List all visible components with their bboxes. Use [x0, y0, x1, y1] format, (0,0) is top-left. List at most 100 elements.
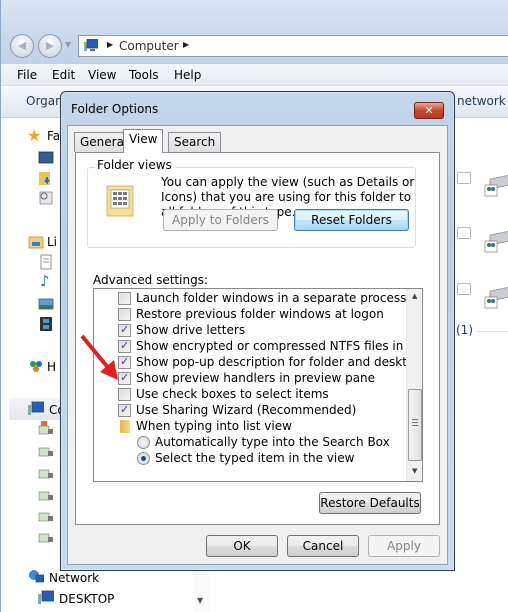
- restore-defaults-button[interactable]: Restore Defaults: [319, 492, 421, 514]
- nav-desktop[interactable]: DESKTOP: [59, 592, 114, 606]
- close-icon: ✕: [424, 104, 434, 117]
- setting-popup-description[interactable]: Show pop-up description for folder and d…: [94, 355, 422, 371]
- map-network-drive-button[interactable]: network c: [457, 94, 508, 108]
- network-drive-icon: [38, 512, 53, 522]
- setting-use-check-boxes[interactable]: Use check boxes to select items: [94, 387, 404, 403]
- network-drive-icon: [38, 533, 53, 543]
- setting-label: Show pop-up description for folder and d…: [136, 355, 422, 369]
- menu-bar: File Edit View Tools Help: [1, 64, 508, 86]
- back-arrow-icon: ◀: [17, 39, 27, 52]
- ok-button[interactable]: OK: [206, 535, 278, 557]
- recent-pages-dropdown-icon[interactable]: ▼: [65, 40, 71, 49]
- explorer-titlebar: ◀ ▶ ▼ ▶ Computer ▶: [1, 0, 508, 64]
- close-button[interactable]: ✕: [414, 102, 444, 119]
- scroll-thumb[interactable]: [408, 389, 422, 461]
- setting-launch-separate-process[interactable]: Launch folder windows in a separate proc…: [94, 291, 407, 307]
- item-checkbox[interactable]: [457, 283, 471, 295]
- system-drive-icon: [38, 421, 53, 435]
- favorites-star-icon: ★: [27, 126, 42, 145]
- back-button[interactable]: ◀: [10, 34, 34, 58]
- radio[interactable]: [137, 452, 150, 465]
- address-bar[interactable]: ▶ Computer ▶: [78, 35, 508, 57]
- setting-label: Select the typed item in the view: [155, 451, 355, 465]
- checkbox[interactable]: [118, 292, 131, 305]
- nav-network[interactable]: Network: [49, 571, 99, 585]
- homegroup-icon: [30, 361, 42, 372]
- setting-group-typing: When typing into list view: [94, 419, 404, 435]
- item-checkbox[interactable]: [457, 172, 471, 184]
- nav-libraries[interactable]: Li: [47, 235, 57, 249]
- item-checkbox[interactable]: [457, 227, 471, 239]
- setting-label: Show preview handlers in preview pane: [136, 371, 376, 385]
- folder-views-label: Folder views: [95, 158, 174, 172]
- setting-ntfs-color[interactable]: Show encrypted or compressed NTFS files …: [94, 339, 422, 355]
- documents-icon: [40, 254, 52, 270]
- setting-label: When typing into list view: [136, 419, 292, 433]
- computer-icon: [84, 39, 98, 51]
- radio[interactable]: [137, 436, 150, 449]
- tab-view[interactable]: View: [123, 129, 164, 153]
- nav-favorites[interactable]: Fa: [47, 129, 60, 143]
- scroll-down-icon[interactable]: ▼: [197, 596, 203, 605]
- forward-arrow-icon: ▶: [45, 39, 55, 52]
- advanced-settings-scrollbar[interactable]: ▲ ▼: [406, 289, 422, 481]
- organize-button[interactable]: Organ: [26, 94, 63, 108]
- setting-label: Show encrypted or compressed NTFS files …: [136, 339, 423, 353]
- scroll-down-icon[interactable]: ▼: [412, 467, 417, 475]
- advanced-settings-label: Advanced settings:: [93, 273, 208, 287]
- recent-places-icon: [39, 191, 53, 205]
- annotation-arrow-icon: [80, 334, 118, 380]
- setting-show-drive-letters[interactable]: Show drive letters: [94, 323, 404, 339]
- setting-label: Automatically type into the Search Box: [155, 435, 390, 449]
- network-drive-icon[interactable]: [484, 229, 508, 253]
- network-icon: [29, 570, 44, 583]
- setting-sharing-wizard[interactable]: Use Sharing Wizard (Recommended): [94, 403, 404, 419]
- network-drive-icon: [38, 491, 53, 501]
- checkbox[interactable]: [118, 308, 131, 321]
- setting-auto-type-search[interactable]: Automatically type into the Search Box: [94, 435, 404, 451]
- desktop-computer-icon: [38, 590, 54, 604]
- folder-options-dialog: Folder Options ✕ General View Search Fol…: [60, 91, 455, 571]
- forward-button[interactable]: ▶: [38, 34, 62, 58]
- checkbox[interactable]: [118, 403, 131, 417]
- videos-icon: [40, 317, 52, 331]
- checkbox[interactable]: [118, 388, 131, 401]
- breadcrumb-chevron-icon[interactable]: ▶: [183, 40, 189, 49]
- setting-select-typed-item[interactable]: Select the typed item in the view: [94, 451, 404, 467]
- menu-help[interactable]: Help: [174, 68, 201, 82]
- pictures-icon: [38, 298, 54, 310]
- reset-folders-button[interactable]: Reset Folders: [294, 209, 409, 231]
- setting-label: Use Sharing Wizard (Recommended): [136, 403, 357, 417]
- network-drive-icon[interactable]: [484, 285, 508, 309]
- menu-file[interactable]: File: [17, 68, 37, 82]
- apply-to-folders-button[interactable]: Apply to Folders: [163, 209, 278, 231]
- menu-edit[interactable]: Edit: [52, 68, 75, 82]
- breadcrumb-computer[interactable]: Computer: [119, 39, 179, 53]
- setting-preview-handlers[interactable]: Show preview handlers in preview pane: [94, 371, 404, 387]
- libraries-icon: [28, 236, 44, 249]
- setting-label: Use check boxes to select items: [136, 387, 329, 401]
- apply-button[interactable]: Apply: [368, 535, 440, 557]
- menu-view[interactable]: View: [88, 68, 116, 82]
- desktop-icon: [38, 151, 54, 164]
- grip-icon: [412, 419, 418, 426]
- setting-label: Show drive letters: [136, 323, 246, 337]
- network-drive-icon[interactable]: [484, 173, 508, 197]
- setting-restore-windows[interactable]: Restore previous folder windows at logon: [94, 307, 404, 323]
- breadcrumb-separator-icon: ▶: [107, 40, 114, 49]
- menu-tools[interactable]: Tools: [129, 68, 159, 82]
- group-divider: [477, 331, 508, 332]
- scroll-up-icon[interactable]: ▲: [412, 292, 417, 300]
- setting-label: Restore previous folder windows at logon: [136, 307, 384, 321]
- cancel-button[interactable]: Cancel: [287, 535, 359, 557]
- folder-icon: [120, 420, 130, 433]
- nav-homegroup[interactable]: H: [47, 360, 56, 374]
- group-count: (1): [456, 323, 473, 337]
- setting-label: Launch folder windows in a separate proc…: [136, 291, 407, 305]
- tab-search[interactable]: Search: [168, 132, 222, 152]
- dialog-title: Folder Options: [71, 102, 159, 116]
- downloads-icon: [39, 172, 50, 185]
- advanced-settings-list[interactable]: Launch folder windows in a separate proc…: [93, 288, 423, 482]
- network-drive-icon: [38, 447, 53, 457]
- folder-views-icon: [106, 185, 134, 217]
